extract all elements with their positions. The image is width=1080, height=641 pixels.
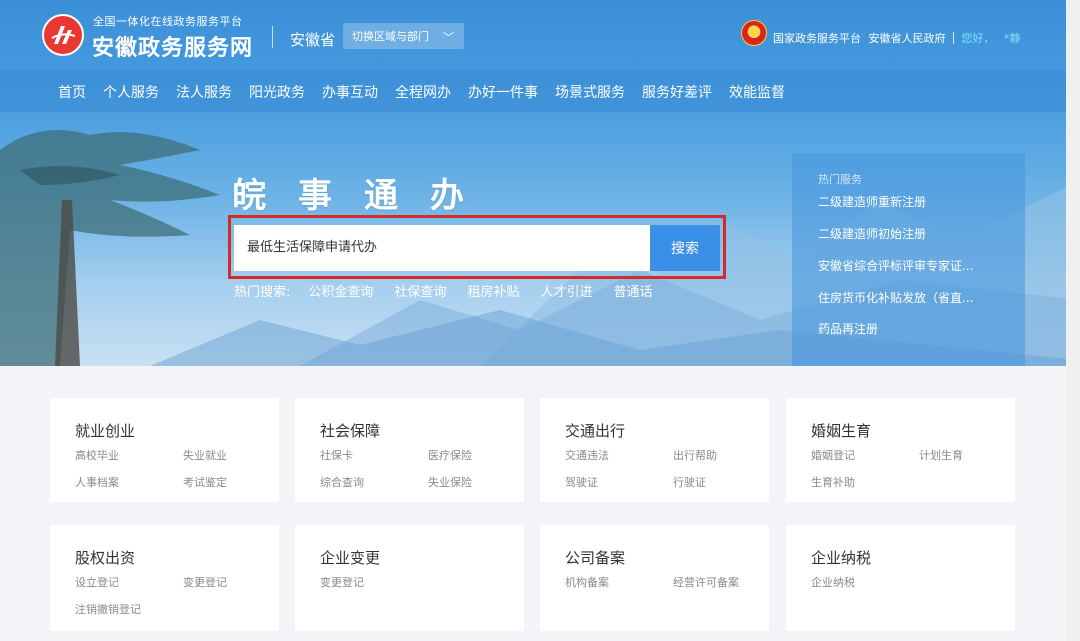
hot-service-item[interactable]: 安徽省综合评标评审专家证... (818, 257, 973, 274)
category-card[interactable]: 就业创业 高校毕业 失业就业 人事档案 考试鉴定 (50, 398, 279, 502)
divider (953, 32, 954, 44)
nav-item-personal[interactable]: 个人服务 (103, 82, 159, 102)
card-link[interactable]: 高校毕业 (75, 447, 119, 463)
hot-service-item[interactable]: 二级建造师重新注册 (818, 193, 926, 210)
hot-keyword[interactable]: 人才引进 (540, 281, 592, 300)
vertical-scrollbar[interactable] (1066, 0, 1080, 641)
card-link[interactable]: 社保卡 (320, 447, 353, 463)
hot-search-label: 热门搜索: (234, 285, 291, 300)
user-name-link[interactable]: *静 (1004, 32, 1021, 45)
hot-search-row: 热门搜索: 公积金查询 社保查询 租房补贴 人才引进 普通话 (234, 281, 673, 300)
card-link[interactable]: 生育补助 (811, 474, 855, 490)
search-input[interactable]: 最低生活保障申请代办 (234, 225, 650, 271)
greeting-text: 您好， (961, 32, 995, 45)
card-title[interactable]: 企业变更 (320, 547, 380, 568)
nav-item-supervision[interactable]: 效能监督 (729, 82, 785, 102)
card-link[interactable]: 注销撤销登记 (75, 601, 141, 617)
card-title[interactable]: 婚姻生育 (811, 420, 871, 441)
card-link[interactable]: 交通违法 (565, 447, 609, 463)
site-logo-icon[interactable] (42, 14, 84, 56)
search-button[interactable]: 搜索 (650, 225, 720, 271)
card-title[interactable]: 就业创业 (75, 420, 135, 441)
card-link[interactable]: 计划生育 (919, 447, 963, 463)
card-link[interactable]: 变更登记 (320, 574, 364, 590)
nav-item-evaluation[interactable]: 服务好差评 (642, 82, 712, 102)
category-card[interactable]: 公司备案 机构备案 经营许可备案 (540, 525, 769, 631)
card-link[interactable]: 失业就业 (183, 447, 227, 463)
national-platform-link[interactable]: 国家政务服务平台 (773, 32, 861, 45)
nav-item-home[interactable]: 首页 (58, 82, 86, 102)
slogan-heading: 皖事通办 (232, 176, 496, 216)
category-card[interactable]: 企业变更 变更登记 (295, 525, 524, 631)
divider (272, 26, 273, 48)
card-title[interactable]: 公司备案 (565, 547, 625, 568)
category-card[interactable]: 交通出行 交通违法 出行帮助 驾驶证 行驶证 (540, 398, 769, 502)
hot-keyword[interactable]: 普通话 (613, 281, 652, 300)
nav-item-legal-person[interactable]: 法人服务 (176, 82, 232, 102)
chevron-down-icon: ﹀ (443, 31, 454, 44)
card-link[interactable]: 综合查询 (320, 474, 364, 490)
region-switch-label: 切换区域与部门 (352, 30, 429, 43)
hot-service-item[interactable]: 住房货币化补贴发放（省直... (818, 289, 973, 306)
card-link[interactable]: 行驶证 (673, 474, 706, 490)
region-switch-dropdown[interactable]: 切换区域与部门 ﹀ (343, 23, 464, 49)
category-card[interactable]: 企业纳税 企业纳税 (786, 525, 1015, 631)
site-header: 全国一体化在线政务服务平台 安徽政务服务网 安徽省 切换区域与部门 ﹀ 国家政务… (0, 0, 1080, 112)
site-title[interactable]: 安徽政务服务网 (92, 30, 253, 62)
card-title[interactable]: 社会保障 (320, 420, 380, 441)
hot-keyword[interactable]: 社保查询 (394, 281, 446, 300)
card-link[interactable]: 企业纳税 (811, 574, 855, 590)
main-nav: 首页 个人服务 法人服务 阳光政务 办事互动 全程网办 办好一件事 场景式服务 … (0, 70, 1080, 112)
card-link[interactable]: 考试鉴定 (183, 474, 227, 490)
card-link[interactable]: 出行帮助 (673, 447, 717, 463)
platform-subtitle: 全国一体化在线政务服务平台 (93, 15, 243, 28)
hot-services-title: 热门服务 (818, 173, 862, 186)
hot-service-item[interactable]: 二级建造师初始注册 (818, 225, 926, 242)
card-title[interactable]: 股权出资 (75, 547, 135, 568)
card-link[interactable]: 医疗保险 (428, 447, 472, 463)
nav-item-scenario[interactable]: 场景式服务 (555, 82, 625, 102)
card-link[interactable]: 机构备案 (565, 574, 609, 590)
current-province: 安徽省 (290, 31, 336, 49)
nav-item-online[interactable]: 全程网办 (395, 82, 451, 102)
category-card[interactable]: 婚姻生育 婚姻登记 计划生育 生育补助 (786, 398, 1015, 502)
card-link[interactable]: 设立登记 (75, 574, 119, 590)
card-link[interactable]: 变更登记 (183, 574, 227, 590)
card-title[interactable]: 企业纳税 (811, 547, 871, 568)
top-links: 国家政务服务平台 安徽省人民政府 您好， *静 (773, 30, 1021, 46)
province-government-link[interactable]: 安徽省人民政府 (869, 32, 946, 45)
card-link[interactable]: 失业保险 (428, 474, 472, 490)
hot-keyword[interactable]: 公积金查询 (308, 281, 373, 300)
card-title[interactable]: 交通出行 (565, 420, 625, 441)
hot-keyword[interactable]: 租房补贴 (467, 281, 519, 300)
card-link[interactable]: 驾驶证 (565, 474, 598, 490)
national-emblem-icon (741, 20, 767, 46)
hot-service-item[interactable]: 药品再注册 (818, 320, 878, 337)
nav-item-open-government[interactable]: 阳光政务 (249, 82, 305, 102)
nav-item-interaction[interactable]: 办事互动 (322, 82, 378, 102)
card-link[interactable]: 经营许可备案 (673, 574, 739, 590)
card-link[interactable]: 人事档案 (75, 474, 119, 490)
nav-item-one-thing[interactable]: 办好一件事 (468, 82, 538, 102)
category-card[interactable]: 股权出资 设立登记 变更登记 注销撤销登记 (50, 525, 279, 631)
card-link[interactable]: 婚姻登记 (811, 447, 855, 463)
category-card[interactable]: 社会保障 社保卡 医疗保险 综合查询 失业保险 (295, 398, 524, 502)
